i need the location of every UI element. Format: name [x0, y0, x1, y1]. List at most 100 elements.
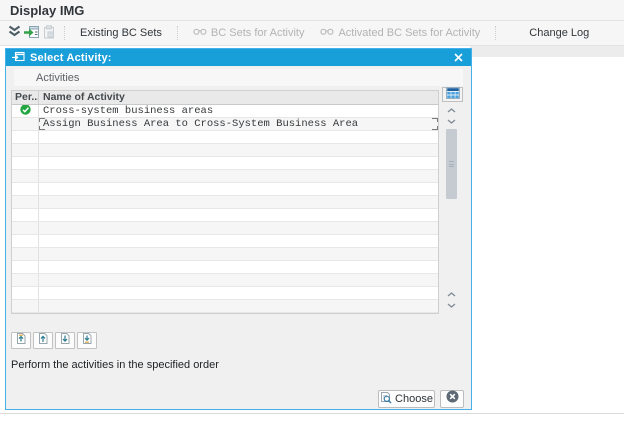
- dialog-titlebar[interactable]: Select Activity:: [6, 49, 471, 66]
- toolbar-button-activated-bc-sets[interactable]: Activated BC Sets for Activity: [312, 24, 488, 42]
- table-row[interactable]: [12, 274, 438, 287]
- activity-name-cell[interactable]: [39, 300, 438, 312]
- performed-cell: [12, 209, 39, 221]
- toolbar-separator: [64, 26, 65, 40]
- table-row[interactable]: [12, 170, 438, 183]
- activity-table-header: Per... Name of Activity: [12, 91, 438, 105]
- collapse-all-button[interactable]: [7, 24, 22, 43]
- last-page-button[interactable]: [77, 332, 97, 349]
- last-page-icon: [81, 332, 93, 350]
- toolbar-button-bc-sets-for-activity[interactable]: BC Sets for Activity: [185, 24, 313, 42]
- activities-section-label: Activities: [36, 71, 80, 84]
- bottom-divider: [0, 413, 624, 414]
- performed-cell: [12, 300, 39, 312]
- activity-name-cell[interactable]: [39, 222, 438, 234]
- cancel-button[interactable]: [440, 390, 464, 408]
- activity-name-cell[interactable]: [39, 170, 438, 182]
- bc-set-button[interactable]: [24, 24, 40, 43]
- table-row[interactable]: Assign Business Area to Cross-System Bus…: [12, 118, 438, 131]
- vertical-scrollbar[interactable]: [444, 105, 459, 311]
- table-row[interactable]: [12, 248, 438, 261]
- page-navigation-buttons: [11, 332, 97, 349]
- choose-button-label: Choose: [395, 393, 433, 405]
- table-grid-icon: [445, 86, 460, 104]
- scroll-down-icon[interactable]: [445, 116, 458, 127]
- scroll-up-icon[interactable]: [445, 105, 458, 116]
- activity-name-cell[interactable]: Assign Business Area to Cross-System Bus…: [39, 118, 438, 130]
- table-row[interactable]: [12, 196, 438, 209]
- activity-name-cell[interactable]: [39, 157, 438, 169]
- next-page-button[interactable]: [55, 332, 75, 349]
- activity-name-cell[interactable]: [39, 131, 438, 143]
- scrollbar-track[interactable]: [445, 127, 458, 289]
- table-row[interactable]: [12, 131, 438, 144]
- activity-name-cell[interactable]: [39, 287, 438, 299]
- background-strip: [470, 46, 624, 57]
- column-header-name[interactable]: Name of Activity: [39, 91, 438, 104]
- activity-name-cell[interactable]: [39, 183, 438, 195]
- sap-window: Display IMG Existing BC Sets BC Sets for…: [0, 0, 624, 422]
- activity-table-rows: Cross-system business areas Assign Busine…: [12, 105, 438, 313]
- scroll-page-down-icon[interactable]: [445, 300, 458, 311]
- dialog-note: Perform the activities in the specified …: [11, 359, 219, 371]
- choose-detail-icon: [380, 391, 392, 407]
- toolbar-button-existing-bc-sets[interactable]: Existing BC Sets: [72, 24, 170, 42]
- performed-cell: [12, 105, 39, 117]
- performed-cell: [12, 235, 39, 247]
- choose-button[interactable]: Choose: [378, 390, 435, 408]
- toolbar-separator: [495, 26, 497, 40]
- cancel-circle-x-icon: [446, 390, 459, 408]
- table-row[interactable]: [12, 261, 438, 274]
- performed-cell: [12, 118, 39, 130]
- select-activity-dialog: Select Activity: Activities Per... Name …: [5, 48, 472, 410]
- button-label: Change Log: [529, 27, 590, 39]
- table-row[interactable]: [12, 183, 438, 196]
- toolbar-button-where-else-used[interactable]: Where Else Used: [619, 24, 624, 42]
- table-row[interactable]: [12, 235, 438, 248]
- activity-name-cell[interactable]: [39, 274, 438, 286]
- bc-set-window-icon: [24, 25, 40, 42]
- table-row[interactable]: [12, 300, 438, 313]
- glasses-icon: [320, 27, 334, 39]
- performed-check-icon: [19, 105, 31, 117]
- glasses-icon: [193, 27, 207, 39]
- table-row[interactable]: [12, 157, 438, 170]
- performed-cell: [12, 261, 39, 273]
- paste-button-disabled[interactable]: [42, 24, 56, 43]
- performed-cell: [12, 196, 39, 208]
- first-page-button[interactable]: [11, 332, 31, 349]
- activity-name-cell[interactable]: [39, 144, 438, 156]
- table-row[interactable]: [12, 222, 438, 235]
- activity-table: Per... Name of Activity Cross-system bus…: [11, 90, 439, 314]
- table-settings-button[interactable]: [442, 86, 463, 104]
- double-chevron-down-icon: [7, 25, 22, 41]
- performed-cell: [12, 131, 39, 143]
- performed-cell: [12, 170, 39, 182]
- toolbar-separator: [176, 26, 178, 40]
- previous-page-button[interactable]: [33, 332, 53, 349]
- page-title: Display IMG: [10, 2, 85, 18]
- dialog-screen-icon: [12, 49, 25, 67]
- table-row[interactable]: [12, 144, 438, 157]
- app-toolbar: Existing BC Sets BC Sets for Activity Ac…: [0, 21, 624, 46]
- scroll-page-up-icon[interactable]: [445, 289, 458, 300]
- performed-cell: [12, 274, 39, 286]
- button-label: BC Sets for Activity: [210, 27, 305, 39]
- table-row[interactable]: [12, 287, 438, 300]
- scrollbar-thumb[interactable]: [446, 129, 457, 199]
- table-row[interactable]: [12, 209, 438, 222]
- column-header-performed[interactable]: Per...: [12, 91, 39, 104]
- app-titlebar: Display IMG: [0, 0, 624, 21]
- activity-name-cell[interactable]: [39, 196, 438, 208]
- activity-name-cell[interactable]: [39, 261, 438, 273]
- activities-section: Activities: [14, 69, 463, 86]
- table-row[interactable]: Cross-system business areas: [12, 105, 438, 118]
- activity-name-cell[interactable]: [39, 235, 438, 247]
- first-page-icon: [15, 332, 27, 350]
- activity-name-cell[interactable]: Cross-system business areas: [39, 105, 438, 117]
- activity-name-cell[interactable]: [39, 248, 438, 260]
- activity-name-cell[interactable]: [39, 209, 438, 221]
- toolbar-button-change-log[interactable]: Change Log: [521, 24, 597, 42]
- dialog-close-icon[interactable]: [451, 51, 465, 65]
- performed-cell: [12, 157, 39, 169]
